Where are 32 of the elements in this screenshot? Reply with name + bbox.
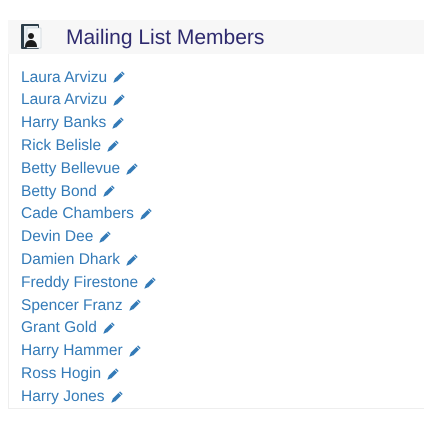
pencil-icon[interactable] <box>125 162 140 176</box>
member-link[interactable]: Spencer Franz <box>21 298 123 314</box>
member-link[interactable]: Cade Chambers <box>21 206 134 222</box>
member-link[interactable]: Damien Dhark <box>21 252 120 268</box>
pencil-icon[interactable] <box>111 116 126 130</box>
member-link[interactable]: Harry Banks <box>21 115 106 131</box>
member-link[interactable]: Grant Gold <box>21 320 97 336</box>
address-book-icon <box>18 23 44 51</box>
pencil-icon[interactable] <box>112 70 126 84</box>
member-link[interactable]: Laura Arvizu <box>21 70 108 86</box>
pencil-icon[interactable] <box>106 138 120 153</box>
member-link[interactable]: Betty Bellevue <box>21 160 120 176</box>
member-link[interactable]: Ross Hogin <box>21 366 102 382</box>
pencil-icon[interactable] <box>112 93 126 108</box>
member-link[interactable]: Rick Belisle <box>21 138 102 154</box>
pencil-icon[interactable] <box>128 298 142 312</box>
pencil-icon[interactable] <box>143 276 158 290</box>
pencil-icon[interactable] <box>102 184 116 198</box>
pencil-icon[interactable] <box>98 230 112 244</box>
member-link[interactable]: Harry Hammer <box>21 343 123 359</box>
pencil-icon[interactable] <box>128 344 142 358</box>
member-link[interactable]: Devin Dee <box>21 229 94 245</box>
member-link[interactable]: Betty Bond <box>21 184 97 200</box>
page-title: Mailing List Members <box>66 26 264 48</box>
pencil-icon[interactable] <box>110 390 124 404</box>
pencil-icon[interactable] <box>106 366 120 381</box>
member-link[interactable]: Harry Jones <box>21 388 105 404</box>
member-link[interactable]: Laura Arvizu <box>21 92 108 108</box>
member-link[interactable]: Freddy Firestone <box>21 274 138 290</box>
pencil-icon[interactable] <box>102 321 116 336</box>
pencil-icon[interactable] <box>125 252 140 267</box>
pencil-icon[interactable] <box>138 207 153 222</box>
